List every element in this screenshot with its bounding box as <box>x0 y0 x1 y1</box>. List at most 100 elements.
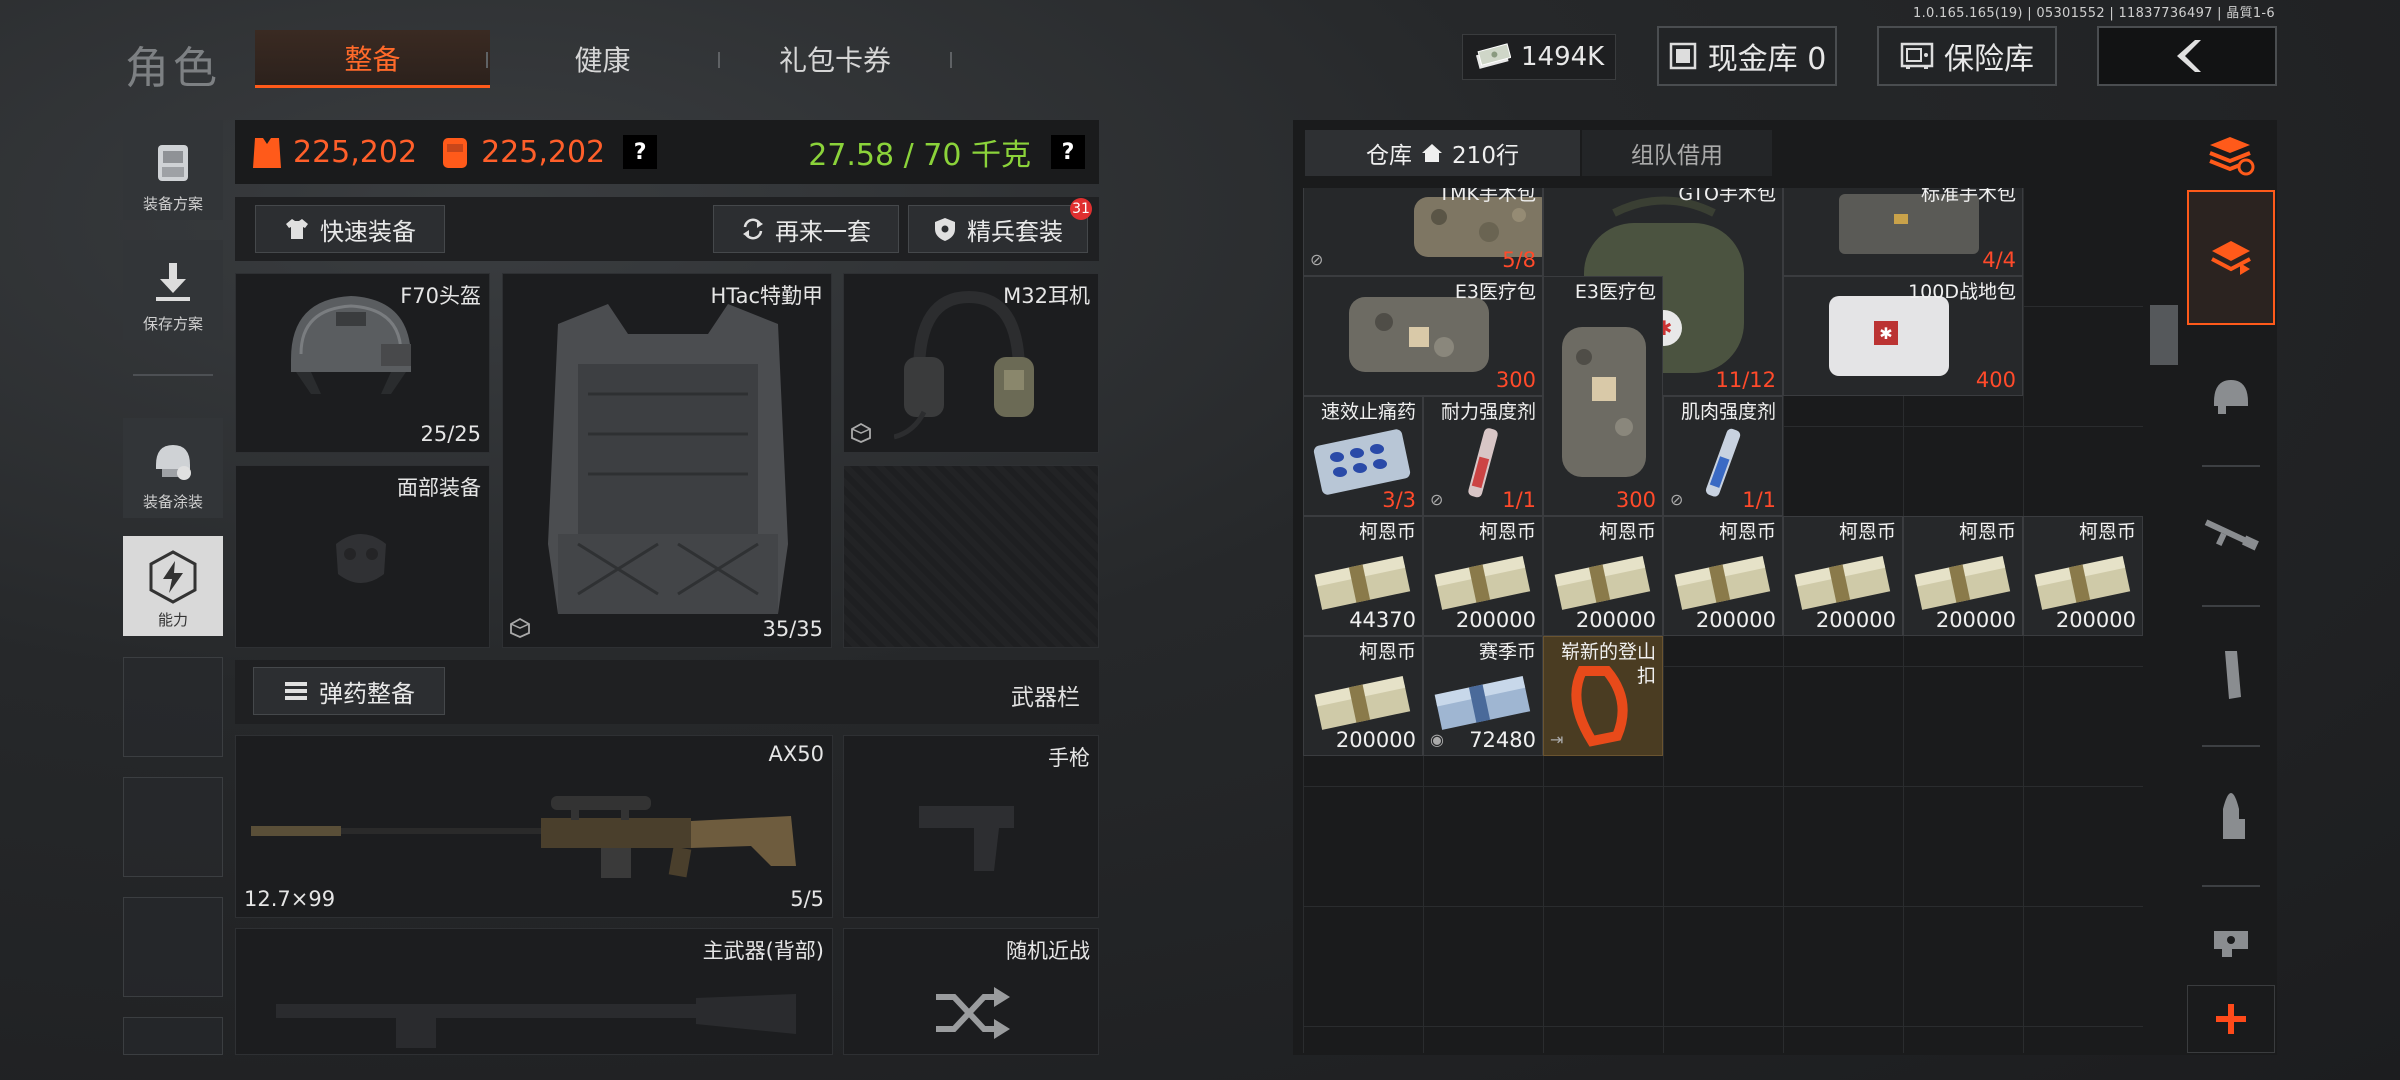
tab-gift-cards[interactable]: 礼包卡券 <box>720 30 950 88</box>
warehouse-item[interactable]: 柯恩币 44370 <box>1303 516 1423 636</box>
sidebar-empty-slot <box>123 657 223 757</box>
filter-divider <box>2202 605 2260 607</box>
item-name: 柯恩币 <box>1478 521 1536 543</box>
back-button[interactable] <box>2097 26 2277 86</box>
money-stack-icon <box>1914 555 2011 610</box>
filter-attachment-button[interactable] <box>2187 900 2275 980</box>
sniper-rifle-icon <box>251 796 796 878</box>
warehouse-item[interactable]: 柯恩币 200000 <box>1543 516 1663 636</box>
filter-all-button[interactable] <box>2187 190 2275 325</box>
sidebar-item-paint[interactable]: 装备涂装 <box>123 418 223 518</box>
safe-icon <box>1900 42 1934 69</box>
backpack-value: 225,202 <box>481 134 606 170</box>
weight-help-icon[interactable]: ? <box>1051 135 1085 169</box>
item-name: E3医疗包 <box>1454 281 1536 303</box>
headset-slot[interactable]: M32耳机 <box>843 273 1099 453</box>
warehouse-scrollbar[interactable] <box>2150 305 2178 365</box>
filter-rifle-button[interactable] <box>2187 480 2275 590</box>
quick-equip-button[interactable]: 快速装备 <box>255 205 445 253</box>
medal-icon: ◉ <box>1430 730 1444 749</box>
item-count: 200000 <box>1335 728 1416 752</box>
primary-weapon-slot[interactable]: AX50 12.7×99 5/5 <box>235 735 833 918</box>
no-insure-icon: ⊘ <box>1310 250 1324 269</box>
save-download-icon <box>156 263 190 301</box>
weapon-ammo-count: 5/5 <box>790 887 824 911</box>
armor-slot[interactable]: HTac特勤甲 35/35 <box>502 273 832 648</box>
sort-refresh-button[interactable] <box>2187 120 2275 190</box>
warehouse-item[interactable]: 标准手术包 4/4 <box>1783 188 2023 276</box>
melee-slot-name: 随机近战 <box>1006 939 1090 963</box>
magazine-icon <box>2225 651 2241 699</box>
warehouse-item[interactable]: 肌肉强度剂 1/1 ⊘ <box>1663 396 1783 516</box>
tab-equip[interactable]: 整备 <box>255 30 490 88</box>
warehouse-item[interactable]: 柯恩币 200000 <box>1663 516 1783 636</box>
tab-health[interactable]: 健康 <box>495 30 710 88</box>
vest-value-icon <box>253 138 281 168</box>
warehouse-grid: TMK手术包 5/8 ⊘ ✱ GTO手术包 11/12 标准手术包 4/4 E3… <box>1303 188 2143 1053</box>
warehouse-item[interactable]: 柯恩币 200000 <box>2023 516 2143 636</box>
item-name: 柯恩币 <box>1358 521 1416 543</box>
elite-set-button[interactable]: 精兵套装 <box>908 205 1088 253</box>
item-name: GTO手术包 <box>1678 188 1776 205</box>
money-stack-icon <box>1314 675 1411 730</box>
item-name: 柯恩币 <box>1958 521 2016 543</box>
cash-icon <box>1475 43 1511 69</box>
item-name: TMK手术包 <box>1438 188 1536 205</box>
pistol-icon <box>919 806 1014 871</box>
warehouse-item[interactable]: ✱ 100D战地包 400 <box>1783 276 2023 396</box>
tab-team-borrow[interactable]: 组队借用 <box>1582 130 1772 176</box>
warehouse-item[interactable]: E3医疗包 300 <box>1543 276 1663 516</box>
elite-set-label: 精兵套装 <box>967 217 1063 246</box>
helmet-name: F70头盔 <box>400 284 481 308</box>
warehouse-item[interactable]: 耐力强度剂 1/1 ⊘ <box>1423 396 1543 516</box>
add-button[interactable] <box>2187 985 2275 1053</box>
bullet-icon <box>2223 793 2245 839</box>
ammo-setup-button[interactable]: 弹药整备 <box>253 667 445 715</box>
warehouse-item[interactable]: 柯恩币 200000 <box>1303 636 1423 756</box>
tab-storage[interactable]: 仓库 210行 <box>1305 130 1580 176</box>
sidebar-item-label: 保存方案 <box>142 315 203 333</box>
currency-display[interactable]: 1494K <box>1462 34 1616 80</box>
warehouse-item[interactable]: 柯恩币 200000 <box>1423 516 1543 636</box>
pistol-slot[interactable]: 手枪 <box>843 735 1099 918</box>
ammo-setup-label: 弹药整备 <box>319 679 415 708</box>
warehouse-item[interactable]: 速效止痛药 3/3 <box>1303 396 1423 516</box>
primary-weapon-name: AX50 <box>768 742 824 766</box>
helmet-icon <box>2214 380 2248 414</box>
sidebar-item-ability[interactable]: 能力 <box>123 536 223 636</box>
sidebar-item-loadout-plan[interactable]: 装备方案 <box>123 120 223 220</box>
ammo-list-icon <box>285 682 307 700</box>
sidebar-item-label: 能力 <box>157 611 188 629</box>
warehouse-item[interactable]: 崭新的登山扣 ⇥ <box>1543 636 1663 756</box>
item-name: 耐力强度剂 <box>1440 401 1536 423</box>
layers-icon <box>2211 240 2251 275</box>
backpack-icon <box>158 145 188 181</box>
weapon-bar-label: 武器栏 <box>1011 685 1080 711</box>
cash-vault-button[interactable]: 现金库 0 <box>1657 26 1837 86</box>
warehouse-item[interactable]: 柯恩币 200000 <box>1903 516 2023 636</box>
warehouse-item[interactable]: E3医疗包 300 <box>1303 276 1543 396</box>
warehouse-item[interactable]: TMK手术包 5/8 ⊘ <box>1303 188 1543 276</box>
sidebar-item-save-plan[interactable]: 保存方案 <box>123 240 223 340</box>
filter-helmet-button[interactable] <box>2187 340 2275 450</box>
stack-sort-icon <box>2209 137 2255 176</box>
safe-box-button[interactable]: 保险库 <box>1877 26 2057 86</box>
equip-again-button[interactable]: 再来一套 <box>713 205 899 253</box>
headset-name: M32耳机 <box>1003 284 1090 308</box>
melee-slot[interactable]: 随机近战 <box>843 928 1099 1055</box>
item-count: 200000 <box>2055 608 2136 632</box>
warehouse-item[interactable]: 赛季币 72480 ◉ <box>1423 636 1543 756</box>
face-slot[interactable]: 面部装备 <box>235 465 490 648</box>
warehouse-item[interactable]: 柯恩币 200000 <box>1783 516 1903 636</box>
value-help-icon[interactable]: ? <box>623 135 658 169</box>
item-count: 4/4 <box>1982 248 2016 272</box>
filter-magazine-button[interactable] <box>2187 620 2275 730</box>
version-text: 1.0.165.165(19) | 05301552 | 11837736497… <box>1913 6 2275 21</box>
item-count: 200000 <box>1935 608 2016 632</box>
filter-ammo-button[interactable] <box>2187 760 2275 870</box>
money-stack-icon <box>1674 555 1771 610</box>
notification-badge: 31 <box>1070 198 1092 220</box>
tab-storage-label: 仓库 <box>1366 143 1413 169</box>
back-weapon-slot[interactable]: 主武器(背部) <box>235 928 833 1055</box>
helmet-slot[interactable]: F70头盔 25/25 <box>235 273 490 453</box>
